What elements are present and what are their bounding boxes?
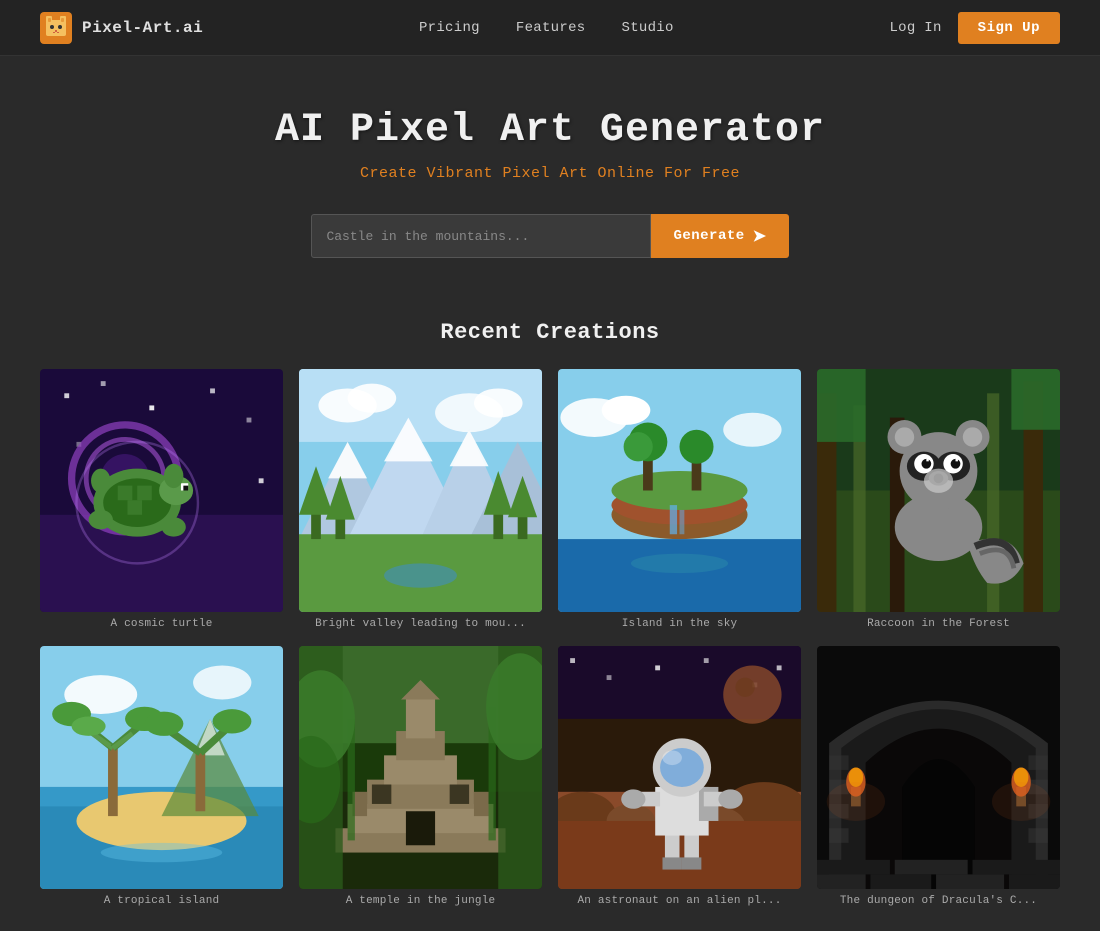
login-button[interactable]: Log In: [889, 20, 941, 36]
gallery-item[interactable]: Raccoon in the Forest: [817, 369, 1060, 630]
gallery-item[interactable]: An astronaut on an alien pl...: [558, 646, 801, 907]
logo[interactable]: Pixel-Art.ai: [40, 12, 203, 44]
hero-section: AI Pixel Art Generator Create Vibrant Pi…: [0, 56, 1100, 288]
section-title: Recent Creations: [40, 320, 1060, 345]
gallery-caption: A temple in the jungle: [299, 895, 542, 907]
recent-creations-section: Recent Creations: [0, 288, 1100, 931]
logo-text: Pixel-Art.ai: [82, 19, 203, 37]
gallery-image: [817, 646, 1060, 889]
nav-studio[interactable]: Studio: [622, 20, 674, 36]
hero-subtitle: Create Vibrant Pixel Art Online For Free: [20, 165, 1080, 182]
gallery-caption: A tropical island: [40, 895, 283, 907]
navbar-links: Pricing Features Studio: [419, 20, 674, 36]
generate-button[interactable]: Generate ➤: [651, 214, 788, 258]
gallery-image: [558, 646, 801, 889]
gallery-item[interactable]: Island in the sky: [558, 369, 801, 630]
gallery-item[interactable]: Bright valley leading to mou...: [299, 369, 542, 630]
generate-label: Generate: [673, 228, 744, 244]
nav-pricing[interactable]: Pricing: [419, 20, 480, 36]
gallery-item[interactable]: The dungeon of Dracula's C...: [817, 646, 1060, 907]
nav-features[interactable]: Features: [516, 20, 586, 36]
gallery-caption: Bright valley leading to mou...: [299, 618, 542, 630]
gallery-image: [40, 369, 283, 612]
logo-icon: [40, 12, 72, 44]
gallery-item[interactable]: A cosmic turtle: [40, 369, 283, 630]
gallery-caption: Raccoon in the Forest: [817, 618, 1060, 630]
gallery-caption: A cosmic turtle: [40, 618, 283, 630]
search-input[interactable]: [311, 214, 651, 258]
gallery-image: [299, 369, 542, 612]
gallery-grid: A cosmic turtle: [40, 369, 1060, 907]
navbar-actions: Log In Sign Up: [889, 12, 1060, 44]
gallery-item[interactable]: A tropical island: [40, 646, 283, 907]
gallery-image: [40, 646, 283, 889]
gallery-image: [299, 646, 542, 889]
gallery-caption: An astronaut on an alien pl...: [558, 895, 801, 907]
gallery-caption: The dungeon of Dracula's C...: [817, 895, 1060, 907]
hero-title: AI Pixel Art Generator: [20, 108, 1080, 153]
arrow-icon: ➤: [753, 226, 767, 246]
gallery-item[interactable]: A temple in the jungle: [299, 646, 542, 907]
gallery-image: [817, 369, 1060, 612]
gallery-caption: Island in the sky: [558, 618, 801, 630]
search-container: Generate ➤: [300, 214, 800, 258]
navbar: Pixel-Art.ai Pricing Features Studio Log…: [0, 0, 1100, 56]
gallery-image: [558, 369, 801, 612]
signup-button[interactable]: Sign Up: [958, 12, 1060, 44]
